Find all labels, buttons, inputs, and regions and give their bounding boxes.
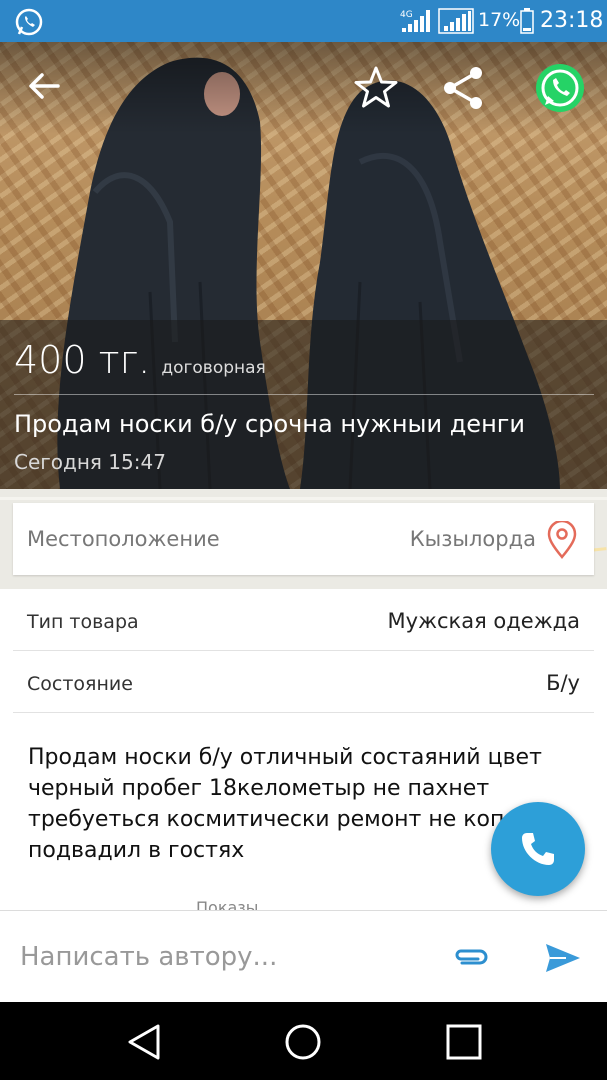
- signal-icon: [438, 8, 474, 34]
- price-line: 400 тг. договорная: [14, 338, 266, 382]
- phone-icon: [522, 833, 554, 865]
- clock: 23:18: [540, 8, 604, 33]
- map-road: [0, 497, 607, 500]
- back-arrow-icon[interactable]: [24, 66, 64, 106]
- detail-key: Тип товара: [27, 611, 139, 633]
- listing-date: Сегодня 15:47: [14, 450, 166, 474]
- back-triangle-icon[interactable]: [124, 1022, 164, 1062]
- signal-4g-icon: 4G: [400, 10, 430, 32]
- map-pin-icon: [547, 521, 577, 559]
- detail-value: Б/у: [546, 671, 580, 695]
- compose-bar: [0, 910, 607, 1002]
- price: 400 тг.: [14, 338, 151, 382]
- star-icon[interactable]: [352, 64, 400, 112]
- whatsapp-notification-icon: [15, 8, 43, 36]
- home-circle-icon[interactable]: [283, 1022, 323, 1062]
- divider: [14, 394, 594, 395]
- battery-icon: [520, 8, 534, 34]
- system-nav-bar: [0, 1002, 607, 1080]
- call-button[interactable]: [491, 802, 585, 896]
- location-card[interactable]: Местоположение Кызылорда: [13, 503, 594, 575]
- paperclip-icon[interactable]: [452, 943, 490, 971]
- location-label: Местоположение: [27, 527, 220, 551]
- details-table: Тип товара Мужская одежда Состояние Б/у: [0, 589, 607, 713]
- listing-title: Продам носки б/у срочна нужныи денги: [14, 410, 525, 438]
- location-value: Кызылорда: [409, 527, 536, 551]
- detail-row-condition: Состояние Б/у: [13, 651, 594, 713]
- status-bar: 4G 17% 23:18: [0, 0, 607, 42]
- message-input[interactable]: [18, 937, 428, 977]
- network-label: 4G: [400, 10, 413, 20]
- send-icon[interactable]: [544, 941, 582, 975]
- listing-description: Продам носки б/у отличный состаяний цвет…: [28, 745, 542, 863]
- whatsapp-icon[interactable]: [532, 60, 588, 116]
- detail-row-type: Тип товара Мужская одежда: [13, 589, 594, 651]
- listing-photo[interactable]: 400 тг. договорная Продам носки б/у сроч…: [0, 42, 607, 489]
- detail-value: Мужская одежда: [387, 609, 580, 633]
- top-shade: [0, 42, 607, 134]
- recents-square-icon[interactable]: [444, 1022, 484, 1062]
- detail-key: Состояние: [27, 673, 133, 695]
- share-icon[interactable]: [440, 64, 488, 112]
- map-background: Местоположение Кызылорда: [0, 489, 607, 589]
- price-negotiable: договорная: [161, 358, 266, 378]
- battery-percent: 17%: [478, 9, 521, 31]
